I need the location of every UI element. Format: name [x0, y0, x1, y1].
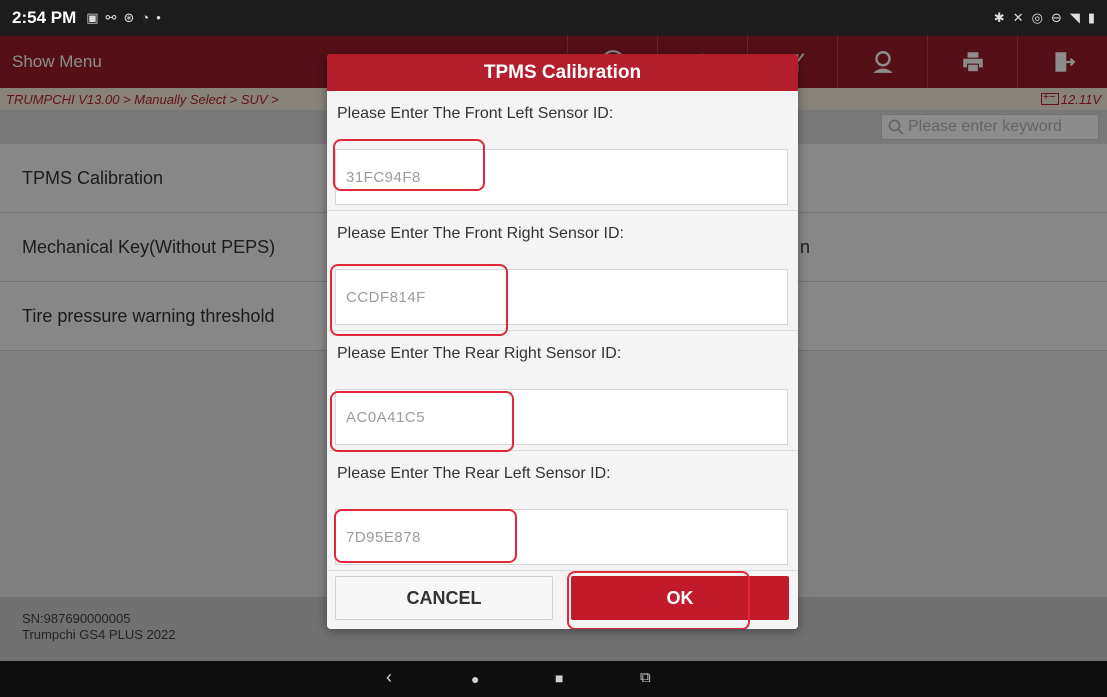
bluetooth-icon: ✱ — [993, 10, 1005, 25]
dnd-icon: ⊖ — [1050, 10, 1062, 25]
battery-icon: ▮ — [1087, 10, 1095, 25]
front-right-label: Please Enter The Front Right Sensor ID: — [337, 225, 624, 242]
rear-left-field-block: Please Enter The Rear Left Sensor ID: 7D… — [327, 451, 798, 571]
rear-right-label: Please Enter The Rear Right Sensor ID: — [337, 345, 622, 362]
screenshot-icon[interactable]: ⧉ — [640, 669, 651, 686]
front-left-label: Please Enter The Front Left Sensor ID: — [337, 105, 614, 122]
home-icon[interactable]: ● — [471, 671, 479, 687]
rear-right-sensor-input[interactable]: AC0A41C5 — [335, 389, 788, 445]
front-left-sensor-input[interactable]: 31FC94F8 — [335, 149, 788, 205]
front-left-field-block: Please Enter The Front Left Sensor ID: 3… — [327, 91, 798, 211]
dialog-button-row: CANCEL OK — [327, 571, 798, 629]
status-left-icons: ▣ ⚯ ⊛ ◔ • — [86, 10, 161, 26]
status-right-icons: ✱ ✕ ◎ ⊖ ◥ ▮ — [994, 10, 1095, 26]
signal-icon: ◥ — [1069, 10, 1080, 25]
accessibility-icon: ⊛ — [123, 10, 135, 25]
dialog-title: TPMS Calibration — [327, 54, 798, 91]
wifi-icon: ◔ — [141, 10, 150, 25]
app-screen: 2:54 PM ▣ ⚯ ⊛ ◔ • ✱ ✕ ◎ ⊖ ◥ ▮ Show Menu … — [0, 0, 1107, 697]
rear-right-field-block: Please Enter The Rear Right Sensor ID: A… — [327, 331, 798, 451]
usb-icon: ⚯ — [105, 10, 117, 25]
ok-button[interactable]: OK — [571, 576, 789, 620]
front-right-sensor-input[interactable]: CCDF814F — [335, 269, 788, 325]
status-time: 2:54 PM — [12, 8, 77, 27]
cancel-button[interactable]: CANCEL — [335, 576, 553, 620]
location-icon: ◎ — [1031, 10, 1043, 25]
dot-icon: • — [156, 10, 161, 25]
rear-left-sensor-input[interactable]: 7D95E878 — [335, 509, 788, 565]
mute-icon: ✕ — [1012, 10, 1024, 25]
rear-left-label: Please Enter The Rear Left Sensor ID: — [337, 465, 611, 482]
back-icon[interactable]: ‹ — [386, 667, 392, 688]
front-right-field-block: Please Enter The Front Right Sensor ID: … — [327, 211, 798, 331]
message-icon: ▣ — [86, 10, 99, 25]
status-bar: 2:54 PM ▣ ⚯ ⊛ ◔ • ✱ ✕ ◎ ⊖ ◥ ▮ — [0, 0, 1107, 36]
tpms-calibration-dialog: TPMS Calibration Please Enter The Front … — [327, 54, 798, 629]
android-nav-bar: ‹ ● ■ ⧉ — [0, 661, 1107, 697]
recents-icon[interactable]: ■ — [555, 670, 563, 686]
